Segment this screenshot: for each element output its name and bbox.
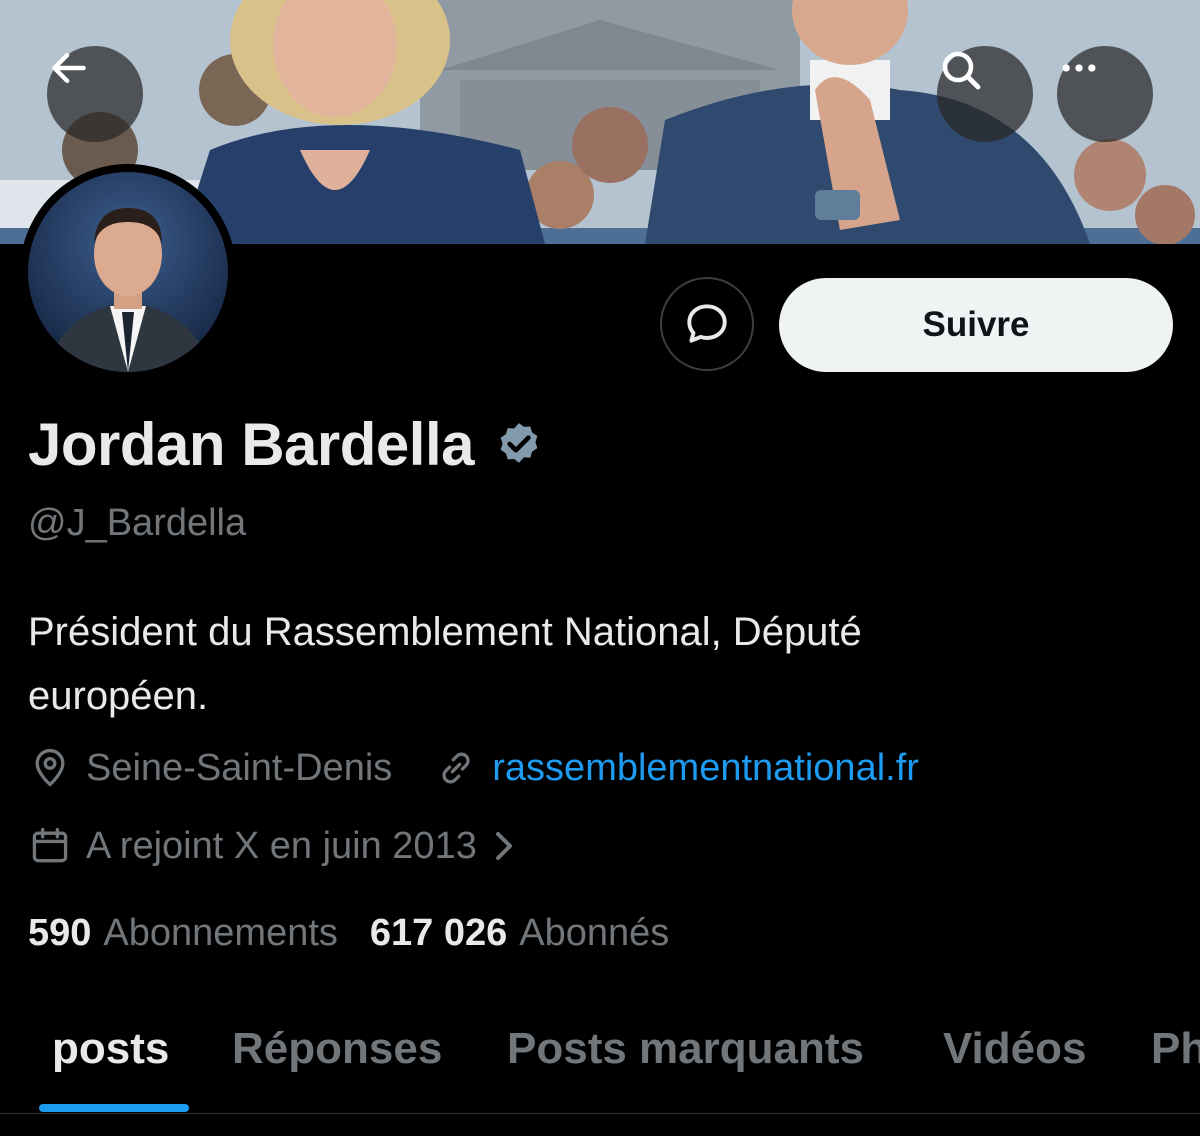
followers-stat[interactable]: 617 026 Abonnés bbox=[370, 912, 669, 955]
follow-button[interactable]: Suivre bbox=[779, 278, 1173, 372]
joined-text: A rejoint X en juin 2013 bbox=[86, 824, 477, 867]
search-icon bbox=[942, 51, 981, 90]
followers-count: 617 026 bbox=[369, 912, 508, 954]
profile-tabs: posts Réponses Posts marquants Vidéos Ph bbox=[0, 1010, 1200, 1113]
display-name: Jordan Bardella bbox=[28, 411, 475, 478]
following-stat[interactable]: 590 Abonnements bbox=[28, 912, 338, 955]
chevron-right-icon bbox=[495, 832, 512, 860]
avatar-photo bbox=[28, 172, 228, 372]
divider bbox=[0, 1113, 1200, 1114]
meta-row-location: Seine-Saint-Denis rassemblementnational.… bbox=[28, 746, 919, 790]
message-bubble-icon bbox=[687, 304, 727, 343]
bio-line: européen. bbox=[28, 674, 209, 718]
search-button[interactable] bbox=[937, 46, 1033, 142]
calendar-icon bbox=[32, 827, 68, 863]
following-label: Abonnements bbox=[103, 912, 338, 954]
tab-photos[interactable]: Ph bbox=[1151, 1024, 1200, 1074]
meta-row-joined[interactable]: A rejoint X en juin 2013 bbox=[28, 824, 517, 868]
tab-highlights[interactable]: Posts marquants bbox=[507, 1024, 864, 1074]
message-button[interactable] bbox=[660, 277, 754, 371]
stats-row: 590 Abonnements 617 026 Abonnés bbox=[28, 912, 669, 955]
more-button[interactable] bbox=[1057, 46, 1153, 142]
arrow-left-icon bbox=[52, 52, 86, 84]
handle: @J_Bardella bbox=[28, 502, 247, 544]
active-tab-indicator bbox=[39, 1104, 189, 1112]
website-link[interactable]: rassemblementnational.fr bbox=[492, 747, 919, 790]
more-horizontal-icon bbox=[1062, 64, 1096, 72]
location-pin-icon bbox=[35, 748, 65, 787]
bio-line: Président du Rassemblement National, Dép… bbox=[28, 610, 862, 654]
followers-label: Abonnés bbox=[519, 912, 670, 954]
back-button[interactable] bbox=[47, 46, 143, 142]
following-count: 590 bbox=[28, 912, 92, 954]
location-text: Seine-Saint-Denis bbox=[86, 746, 393, 789]
avatar[interactable] bbox=[20, 164, 236, 380]
bio: Président du Rassemblement National, Dép… bbox=[28, 600, 1128, 728]
name-row: Jordan Bardella bbox=[28, 410, 544, 479]
tab-videos[interactable]: Vidéos bbox=[943, 1024, 1086, 1074]
verified-badge-icon bbox=[500, 422, 538, 463]
tab-posts[interactable]: posts bbox=[52, 1024, 169, 1074]
link-icon bbox=[442, 752, 470, 784]
tab-replies[interactable]: Réponses bbox=[232, 1024, 442, 1074]
